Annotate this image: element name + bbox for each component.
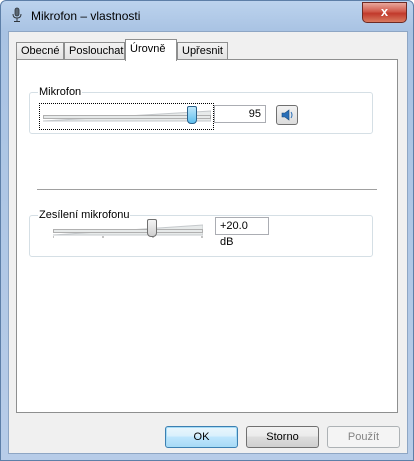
cancel-button[interactable]: Storno	[246, 426, 319, 448]
close-icon: x	[380, 4, 389, 19]
microphone-group-label: Mikrofon	[38, 86, 83, 98]
tab-general[interactable]: Obecné	[16, 42, 64, 59]
tab-advanced[interactable]: Upřesnit	[177, 42, 228, 59]
apply-button[interactable]: Použít	[327, 426, 400, 448]
close-button[interactable]: x	[362, 2, 407, 23]
dialog-client-area: Obecné Poslouchat Úrovně Upřesnit Mikrof…	[8, 31, 408, 454]
microphone-level-value[interactable]: 95	[214, 105, 266, 123]
apply-button-label: Použít	[347, 431, 380, 443]
title-bar[interactable]: Mikrofon – vlastnosti x	[1, 1, 413, 31]
tab-listen[interactable]: Poslouchat	[64, 42, 125, 59]
window-title: Mikrofon – vlastnosti	[31, 9, 141, 23]
levels-panel: Mikrofon 95 Zesílení mikrofonu +20.0 dB	[16, 59, 398, 413]
separator-line	[37, 189, 377, 191]
tab-label: Úrovně	[130, 43, 166, 55]
tab-label: Poslouchat	[69, 45, 124, 57]
ok-button-label: OK	[193, 431, 210, 443]
microphone-icon	[12, 7, 22, 22]
microphone-level-slider[interactable]	[43, 115, 211, 119]
tab-levels[interactable]: Úrovně	[125, 39, 177, 61]
boost-level-thumb[interactable]	[147, 219, 157, 237]
boost-level-value: +20.0 dB	[215, 217, 269, 248]
tab-label: Obecné	[21, 45, 60, 57]
cancel-button-label: Storno	[266, 431, 299, 443]
microphone-level-text: 95	[248, 108, 261, 120]
speaker-icon	[281, 109, 293, 121]
boost-level-slider[interactable]	[53, 229, 203, 233]
tab-label: Upřesnit	[182, 45, 223, 57]
boost-group-label: Zesílení mikrofonu	[38, 209, 131, 221]
mute-button[interactable]	[276, 105, 298, 125]
properties-window: Mikrofon – vlastnosti x Obecné Posloucha…	[0, 0, 414, 461]
ok-button[interactable]: OK	[165, 426, 238, 448]
microphone-level-thumb[interactable]	[187, 106, 197, 124]
